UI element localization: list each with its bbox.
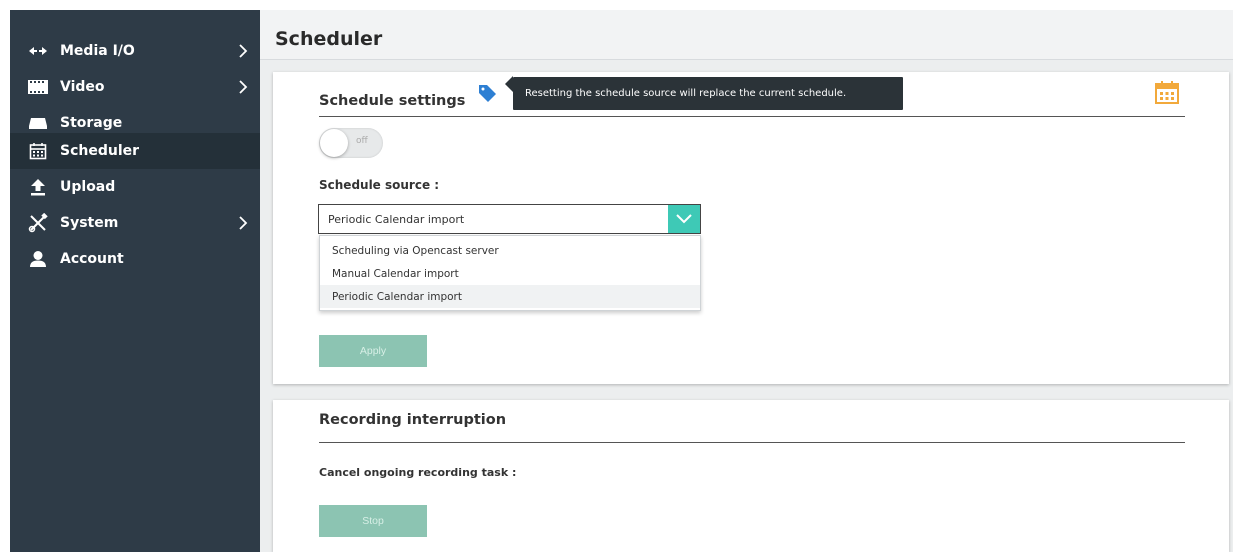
sidebar: Media I/O Video Storage Scheduler Upload…	[10, 10, 260, 552]
schedule-settings-title: Schedule settings	[319, 93, 466, 109]
sidebar-item-label: Video	[60, 79, 105, 95]
film-icon	[28, 79, 48, 95]
sidebar-item-label: Media I/O	[60, 43, 135, 59]
tooltip: Resetting the schedule source will repla…	[513, 77, 903, 110]
recording-interruption-title: Recording interruption	[319, 412, 507, 428]
tooltip-text: Resetting the schedule source will repla…	[525, 88, 847, 99]
sidebar-item-label: System	[60, 215, 119, 231]
apply-button[interactable]: Apply	[319, 335, 427, 367]
sidebar-item-account[interactable]: Account	[10, 241, 260, 277]
calendar-icon	[28, 143, 48, 160]
chevron-right-icon	[239, 44, 248, 58]
select-value: Periodic Calendar import	[328, 213, 465, 226]
chevron-down-icon[interactable]	[668, 205, 700, 233]
tooltip-arrow	[505, 76, 513, 92]
schedule-source-dropdown: Scheduling via Opencast server Manual Ca…	[319, 235, 701, 311]
schedule-toggle[interactable]: off	[319, 128, 383, 158]
dropdown-option[interactable]: Scheduling via Opencast server	[320, 239, 700, 262]
chevron-right-icon	[239, 216, 248, 230]
calendar-icon[interactable]	[1154, 79, 1180, 109]
section-divider	[319, 116, 1185, 117]
dropdown-option[interactable]: Manual Calendar import	[320, 262, 700, 285]
sidebar-item-video[interactable]: Video	[10, 69, 260, 105]
upload-icon	[28, 179, 48, 196]
sidebar-item-label: Scheduler	[60, 143, 140, 159]
toggle-knob	[320, 129, 348, 157]
sidebar-item-media-io[interactable]: Media I/O	[10, 33, 260, 69]
cancel-recording-label: Cancel ongoing recording task :	[319, 466, 517, 479]
schedule-source-select[interactable]: Periodic Calendar import	[318, 204, 701, 234]
stop-button[interactable]: Stop	[319, 505, 427, 537]
sidebar-item-label: Upload	[60, 179, 116, 195]
sidebar-item-label: Storage	[60, 115, 123, 131]
info-tag-icon[interactable]	[477, 83, 497, 107]
storage-icon	[28, 115, 48, 131]
toggle-state-label: off	[356, 136, 368, 146]
sidebar-item-system[interactable]: System	[10, 205, 260, 241]
schedule-source-label: Schedule source :	[319, 178, 440, 192]
dropdown-option-selected[interactable]: Periodic Calendar import	[320, 285, 700, 308]
page-header: Scheduler	[260, 10, 1233, 60]
sidebar-item-label: Account	[60, 251, 124, 267]
section-divider	[319, 442, 1185, 443]
user-icon	[28, 251, 48, 267]
tools-icon	[28, 213, 48, 233]
page-title: Scheduler	[275, 28, 383, 50]
sidebar-item-upload[interactable]: Upload	[10, 169, 260, 205]
chevron-right-icon	[239, 80, 248, 94]
arrows-icon	[28, 43, 48, 59]
sidebar-item-scheduler[interactable]: Scheduler	[10, 133, 260, 169]
